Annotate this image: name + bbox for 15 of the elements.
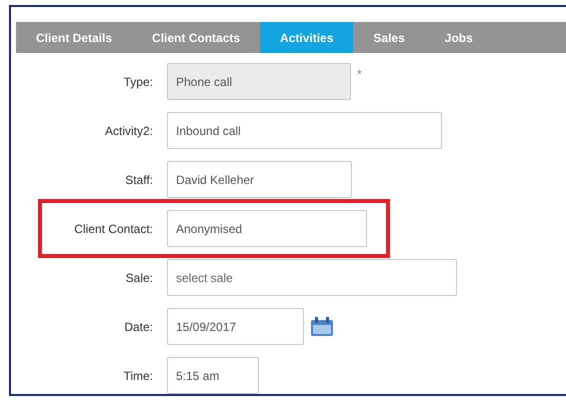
input-field[interactable]: David Kelleher xyxy=(167,161,352,198)
field-label: Type: xyxy=(122,74,153,90)
field-label: Time: xyxy=(122,368,153,384)
required-mark: * xyxy=(357,66,362,83)
input-field[interactable]: 5:15 am xyxy=(167,357,259,394)
input-field[interactable]: select sale xyxy=(167,259,457,296)
field-label: Date: xyxy=(123,318,153,336)
field-label: Client Contact: xyxy=(73,220,153,238)
input-field[interactable]: Inbound call xyxy=(167,112,442,149)
field-label: Sale: xyxy=(124,270,153,286)
calendar-icon[interactable] xyxy=(310,316,334,336)
input-field[interactable]: 15/09/2017 xyxy=(167,308,304,345)
input-field[interactable]: Anonymised xyxy=(167,210,367,247)
field-label: Staff: xyxy=(124,172,153,188)
field-label: Activity2: xyxy=(104,122,153,140)
